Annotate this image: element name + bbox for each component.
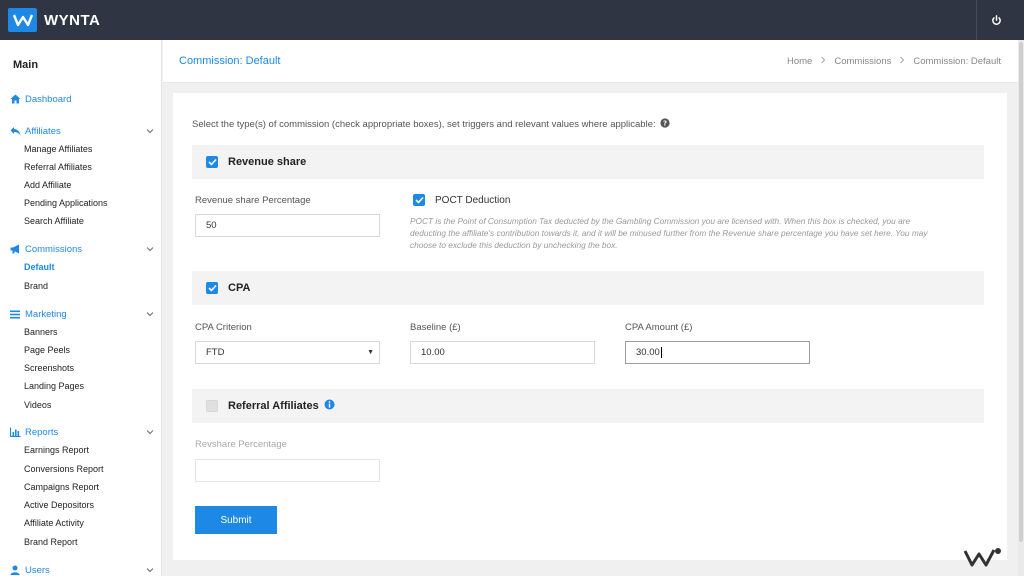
cpa-criterion-label: CPA Criterion — [195, 322, 252, 333]
sidebar-item-brand-report[interactable]: Brand Report — [24, 537, 78, 547]
sidebar-section-label: Marketing — [25, 308, 67, 320]
sidebar-item-pending-applications[interactable]: Pending Applications — [24, 198, 108, 208]
text-cursor — [660, 346, 662, 358]
submit-button[interactable]: Submit — [195, 506, 277, 534]
poct-deduction-row: POCT Deduction — [413, 194, 510, 206]
question-circle-icon[interactable]: ? — [660, 118, 670, 131]
sidebar-item-active-depositors[interactable]: Active Depositors — [24, 500, 94, 510]
chevron-right-icon — [820, 56, 826, 67]
chevron-down-icon — [146, 126, 154, 137]
sidebar-item-videos[interactable]: Videos — [24, 400, 51, 410]
revenue-share-section: Revenue share — [192, 145, 984, 179]
revenue-share-checkbox[interactable] — [206, 156, 218, 168]
user-icon — [9, 564, 21, 576]
home-icon — [9, 93, 21, 105]
svg-text:?: ? — [663, 120, 667, 128]
sidebar-item-default[interactable]: Default — [24, 262, 55, 272]
caret-down-icon: ▼ — [367, 349, 374, 356]
poct-description: POCT is the Point of Consumption Tax ded… — [410, 216, 928, 250]
sidebar-section-reports[interactable]: Reports — [9, 425, 157, 439]
sidebar-item-dashboard[interactable]: Dashboard — [9, 92, 157, 106]
sidebar-item-add-affiliate[interactable]: Add Affiliate — [24, 180, 71, 190]
revenue-share-percentage-label: Revenue share Percentage — [195, 195, 311, 206]
breadcrumb-home[interactable]: Home — [787, 56, 812, 67]
sidebar-item-conversions-report[interactable]: Conversions Report — [24, 464, 104, 474]
revenue-share-percentage-input[interactable]: 50 — [195, 214, 380, 237]
wynta-logo-icon — [8, 8, 37, 32]
brand[interactable]: WYNTA — [8, 8, 100, 32]
referral-affiliates-section: Referral Affiliates — [192, 389, 984, 423]
breadcrumb-commissions[interactable]: Commissions — [834, 56, 891, 67]
intro-text: Select the type(s) of commission (check … — [192, 119, 656, 130]
checkmark-icon — [414, 196, 424, 204]
chevron-right-icon — [899, 56, 905, 67]
menu-icon — [9, 308, 21, 320]
sidebar-section-affiliates[interactable]: Affiliates — [9, 124, 157, 138]
sidebar-item-search-affiliate[interactable]: Search Affiliate — [24, 216, 84, 226]
cpa-checkbox[interactable] — [206, 282, 218, 294]
sidebar-section-marketing[interactable]: Marketing — [9, 307, 157, 321]
chevron-down-icon — [146, 244, 154, 255]
revenue-share-title: Revenue share — [228, 156, 307, 168]
sidebar-item-campaigns-report[interactable]: Campaigns Report — [24, 482, 99, 492]
sidebar-heading: Main — [13, 59, 39, 71]
sidebar-item-referral-affiliates[interactable]: Referral Affiliates — [24, 162, 92, 172]
page-scrollbar[interactable] — [1018, 40, 1024, 576]
sidebar: Main Dashboard Affiliates Manage Affilia… — [0, 40, 162, 576]
cpa-criterion-value: FTD — [206, 347, 225, 358]
revshare-percentage-input[interactable] — [195, 459, 380, 482]
breadcrumb-current: Commission: Default — [913, 56, 1001, 67]
revshare-percentage-label: Revshare Percentage — [195, 439, 287, 450]
bar-chart-icon — [9, 426, 21, 438]
chevron-down-icon — [146, 427, 154, 438]
sidebar-section-users[interactable]: Users — [9, 563, 157, 576]
sidebar-section-label: Commissions — [25, 243, 83, 255]
megaphone-icon — [9, 243, 21, 255]
cpa-amount-value: 30.00 — [636, 347, 660, 358]
cpa-amount-label: CPA Amount (£) — [625, 322, 693, 333]
sidebar-item-screenshots[interactable]: Screenshots — [24, 363, 74, 373]
sidebar-item-landing-pages[interactable]: Landing Pages — [24, 381, 84, 391]
chevron-down-icon — [146, 565, 154, 576]
power-icon — [992, 14, 1001, 25]
cpa-title: CPA — [228, 282, 251, 294]
sidebar-item-earnings-report[interactable]: Earnings Report — [24, 445, 89, 455]
commission-form-card: Select the type(s) of commission (check … — [173, 93, 1007, 560]
sidebar-item-page-peels[interactable]: Page Peels — [24, 345, 70, 355]
logout-button[interactable] — [976, 0, 1016, 40]
cpa-criterion-select[interactable]: FTD ▼ — [195, 341, 380, 364]
sidebar-item-brand[interactable]: Brand — [24, 281, 48, 291]
baseline-input[interactable]: 10.00 — [410, 341, 595, 364]
poct-deduction-checkbox[interactable] — [413, 194, 425, 206]
sidebar-item-manage-affiliates[interactable]: Manage Affiliates — [24, 144, 92, 154]
page-title: Commission: Default — [179, 55, 281, 67]
sidebar-item-affiliate-activity[interactable]: Affiliate Activity — [24, 518, 84, 528]
cpa-section: CPA — [192, 271, 984, 305]
brand-name: WYNTA — [44, 11, 101, 29]
sidebar-item-banners[interactable]: Banners — [24, 327, 58, 337]
checkmark-icon — [207, 158, 217, 166]
content-header: Commission: Default Home Commissions Com… — [163, 40, 1020, 83]
sidebar-section-label: Users — [25, 564, 50, 576]
form-intro: Select the type(s) of commission (check … — [192, 118, 670, 131]
checkmark-icon — [207, 284, 217, 292]
chevron-down-icon — [146, 309, 154, 320]
referral-affiliates-title: Referral Affiliates — [228, 400, 319, 412]
sidebar-section-label: Reports — [25, 426, 59, 438]
top-bar: WYNTA — [0, 0, 1024, 40]
sidebar-section-label: Affiliates — [25, 125, 61, 137]
sidebar-section-commissions[interactable]: Commissions — [9, 242, 157, 256]
poct-deduction-label: POCT Deduction — [435, 194, 511, 206]
wynta-watermark-logo-icon — [963, 545, 1003, 572]
scrollbar-thumb[interactable] — [1019, 42, 1023, 542]
info-icon[interactable] — [324, 399, 335, 413]
referral-affiliates-checkbox[interactable] — [206, 400, 218, 412]
breadcrumb: Home Commissions Commission: Default — [787, 56, 1001, 67]
baseline-label: Baseline (£) — [410, 322, 461, 333]
sidebar-item-label: Dashboard — [25, 93, 72, 105]
cpa-amount-input[interactable]: 30.00 — [625, 341, 810, 364]
reply-icon — [9, 125, 21, 137]
